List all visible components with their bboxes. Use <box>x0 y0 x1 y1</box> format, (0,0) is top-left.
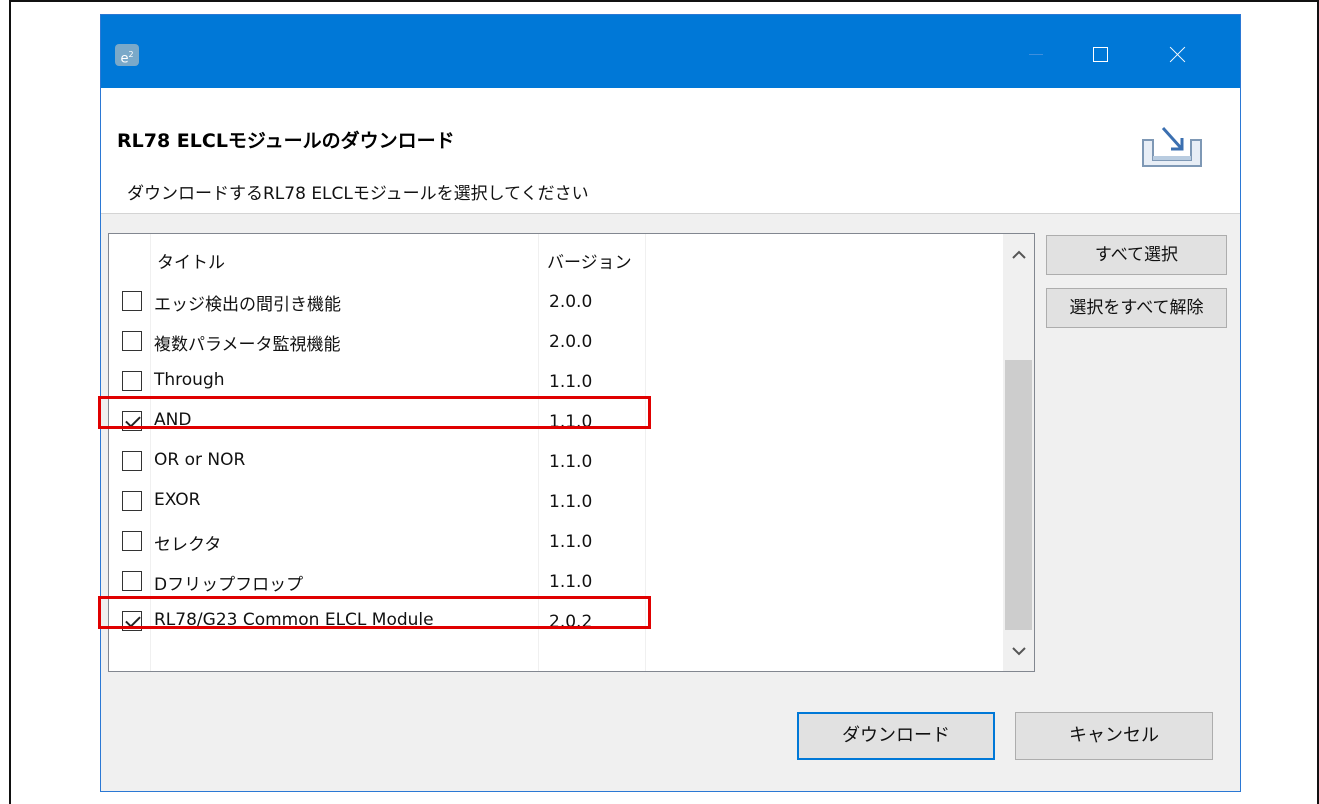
scroll-down-arrow-icon[interactable] <box>1003 636 1034 666</box>
row-checkbox[interactable] <box>122 531 142 551</box>
row-version: 1.1.0 <box>549 532 593 552</box>
table-row[interactable]: セレクタ 1.1.0 <box>109 522 1002 562</box>
row-checkbox[interactable] <box>122 291 142 311</box>
column-header-title[interactable]: タイトル <box>157 248 225 273</box>
row-title: OR or NOR <box>154 450 246 470</box>
row-version: 2.0.0 <box>549 292 593 312</box>
row-checkbox[interactable] <box>122 331 142 351</box>
row-checkbox[interactable] <box>122 371 142 391</box>
row-checkbox[interactable] <box>122 451 142 471</box>
title-bar[interactable]: e2 <box>101 15 1240 88</box>
deselect-all-button[interactable]: 選択をすべて解除 <box>1046 288 1227 328</box>
table-row[interactable]: OR or NOR 1.1.0 <box>109 442 1002 482</box>
table-row[interactable]: 複数パラメータ監視機能 2.0.0 <box>109 322 1002 362</box>
dialog-title: RL78 ELCLモジュールのダウンロード <box>117 130 455 152</box>
row-title: Dフリップフロップ <box>154 575 304 595</box>
app-icon-superscript: 2 <box>128 50 134 59</box>
row-version: 2.0.0 <box>549 332 593 352</box>
row-title: 複数パラメータ監視機能 <box>154 335 341 355</box>
highlight-box <box>98 596 651 629</box>
row-title: Through <box>154 370 225 390</box>
row-version: 1.1.0 <box>549 372 593 392</box>
row-checkbox[interactable] <box>122 571 142 591</box>
cancel-button[interactable]: キャンセル <box>1015 712 1213 760</box>
download-button[interactable]: ダウンロード <box>797 712 995 760</box>
scroll-up-arrow-icon[interactable] <box>1003 240 1034 270</box>
row-checkbox[interactable] <box>122 491 142 511</box>
download-tray-icon <box>1142 126 1202 167</box>
maximize-icon[interactable] <box>1078 35 1124 75</box>
highlight-box <box>98 396 651 429</box>
scroll-thumb[interactable] <box>1005 360 1032 630</box>
vertical-scrollbar[interactable] <box>1003 234 1034 671</box>
table-row[interactable]: エッジ検出の間引き機能 2.0.0 <box>109 282 1002 322</box>
dialog-subtitle: ダウンロードするRL78 ELCLモジュールを選択してください <box>127 184 589 204</box>
row-version: 1.1.0 <box>549 452 593 472</box>
minimize-icon[interactable] <box>1013 35 1059 75</box>
row-title: エッジ検出の間引き機能 <box>154 295 341 315</box>
table-row[interactable]: EXOR 1.1.0 <box>109 482 1002 522</box>
dialog-header: RL78 ELCLモジュールのダウンロード ダウンロードするRL78 ELCLモ… <box>101 88 1240 214</box>
row-title: EXOR <box>154 490 201 510</box>
select-all-button[interactable]: すべて選択 <box>1046 235 1227 275</box>
close-icon[interactable] <box>1155 35 1201 75</box>
row-version: 1.1.0 <box>549 572 593 592</box>
row-version: 1.1.0 <box>549 492 593 512</box>
row-title: セレクタ <box>154 535 222 555</box>
column-header-version[interactable]: バージョン <box>547 248 632 273</box>
e2studio-app-icon: e2 <box>115 44 139 66</box>
